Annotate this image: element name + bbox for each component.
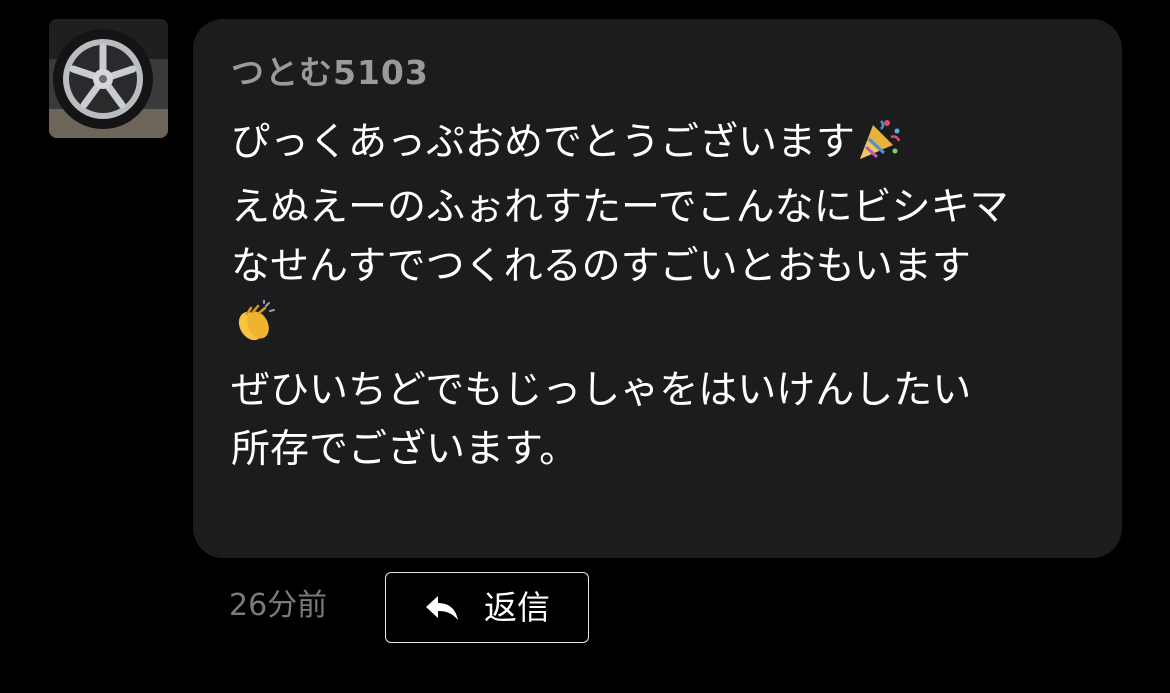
message-line: えぬえーのふぉれすたーでこんなにビシキマ [231,185,1009,230]
comment-username[interactable]: つとむ5103 [231,53,1084,93]
message-line: なせんすでつくれるのすごいとおもいます [231,244,971,289]
comment-bubble: つとむ5103 ぴっくあっぷおめでとうございます えぬえーのふぉれすたーでこんな… [193,19,1122,558]
message-line: 所存でございます。 [231,427,579,472]
message-line: ぴっくあっぷおめでとうございます [231,113,1084,178]
party-popper-icon [857,117,901,178]
reply-button-label: 返信 [484,587,550,627]
message-line [231,296,1084,361]
clapping-hands-icon [233,299,277,361]
comment-timestamp: 26分前 [229,588,328,623]
comment-screen: つとむ5103 ぴっくあっぷおめでとうございます えぬえーのふぉれすたーでこんな… [0,0,1170,693]
comment-message: ぴっくあっぷおめでとうございます えぬえーのふぉれすたーでこんなにビシキマ なせ… [231,113,1084,479]
message-line: ぜひいちどでもじっしゃをはいけんしたい [231,368,972,413]
avatar[interactable] [49,19,168,138]
comment-footer: 26分前 返信 [229,572,789,643]
reply-arrow-icon [424,594,460,622]
reply-button[interactable]: 返信 [385,572,589,643]
car-wheel-avatar-icon [49,19,168,138]
